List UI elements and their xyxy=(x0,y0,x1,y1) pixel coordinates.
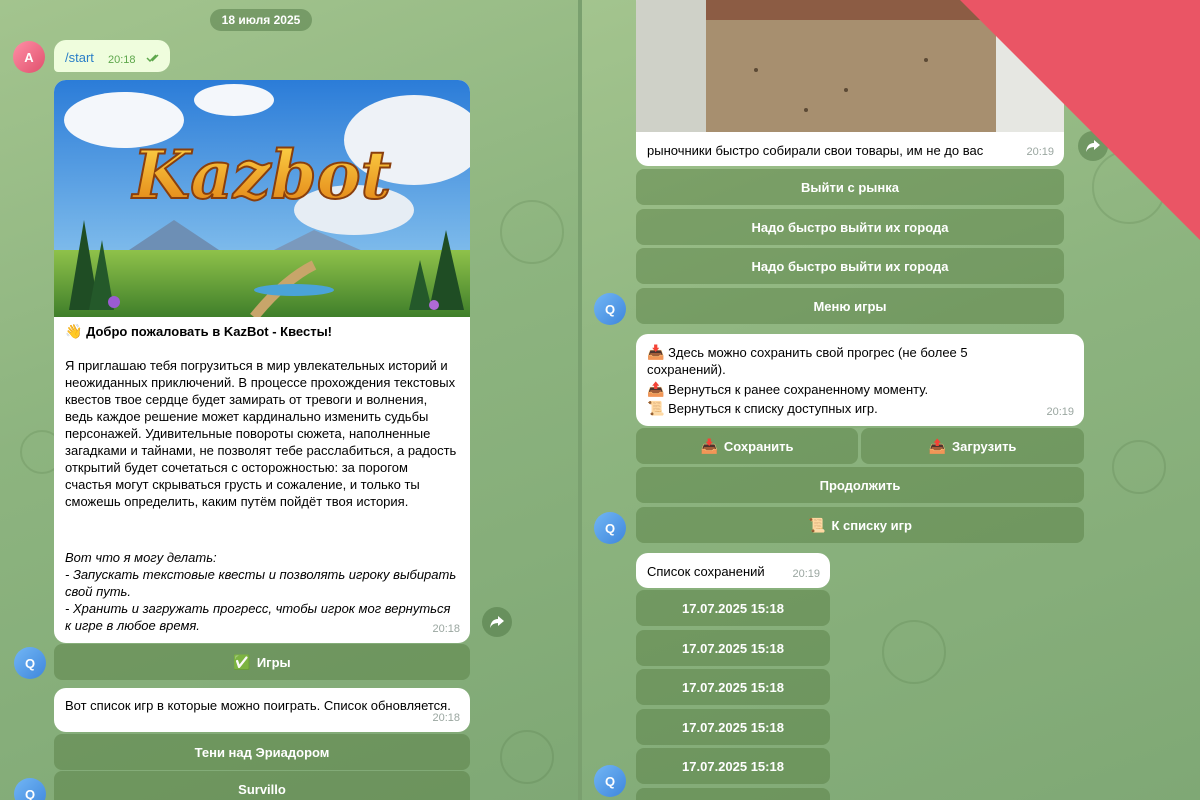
bot-avatar[interactable]: Q xyxy=(594,512,626,544)
save-button-label: Сохранить xyxy=(723,438,794,454)
corner-ribbon xyxy=(960,0,1200,240)
save-menu-line-text: Вернуться к списку доступных игр. xyxy=(668,401,878,416)
save-slot-button[interactable]: 17.07.2025 15:18 xyxy=(636,748,830,784)
save-menu-line: 📜 Вернуться к списку доступных игр. xyxy=(647,400,878,417)
message-time: 20:18 xyxy=(432,623,460,635)
share-arrow-icon xyxy=(490,616,504,628)
bot-avatar[interactable]: Q xyxy=(14,778,46,800)
load-button[interactable]: 📤 Загрузить xyxy=(861,428,1084,464)
date-separator: 18 июля 2025 xyxy=(210,9,312,31)
scroll-icon: 📜 xyxy=(647,400,665,416)
save-menu-line: 📤 Вернуться к ранее сохраненному моменту… xyxy=(647,381,928,398)
game-button-survillo[interactable]: Survillo xyxy=(54,771,470,800)
scroll-icon: 📜 xyxy=(808,516,826,533)
games-list-button-label: К списку игр xyxy=(831,517,912,533)
outbox-tray-icon: 📤 xyxy=(647,381,665,397)
background-doodle xyxy=(500,200,564,264)
save-slot-button[interactable] xyxy=(636,788,830,800)
start-command-text[interactable]: /start xyxy=(65,49,94,66)
chat-panel-left: 18 июля 2025 A /start 20:18 Kazbot 👋 Доб… xyxy=(0,0,578,800)
message-time: 20:19 xyxy=(1046,406,1074,418)
kazbot-banner-image: Kazbot xyxy=(54,80,470,317)
games-list-message: Вот список игр в которые можно поиграть.… xyxy=(54,688,470,732)
inbox-tray-icon: 📥 xyxy=(647,344,665,360)
games-button-label: Игры xyxy=(256,654,291,670)
games-button[interactable]: ✅ Игры xyxy=(54,644,470,680)
game-menu-button[interactable]: Меню игры xyxy=(636,288,1064,324)
leave-city-button[interactable]: Надо быстро выйти их города xyxy=(636,248,1064,284)
background-doodle xyxy=(882,620,946,684)
save-menu-line: 📥 Здесь можно сохранить свой прогрес (не… xyxy=(647,344,1007,378)
save-menu-message: 📥 Здесь можно сохранить свой прогрес (не… xyxy=(636,334,1084,426)
save-slot-button[interactable]: 17.07.2025 15:18 xyxy=(636,590,830,626)
save-button[interactable]: 📥 Сохранить xyxy=(636,428,858,464)
save-menu-line-text: Здесь можно сохранить свой прогрес (не б… xyxy=(647,345,968,377)
bot-avatar[interactable]: Q xyxy=(594,765,626,797)
start-message-bubble[interactable]: /start 20:18 xyxy=(54,40,170,72)
check-box-icon: ✅ xyxy=(233,653,251,670)
welcome-title: 👋 Добро пожаловать в KazBot - Квесты! xyxy=(65,323,460,340)
user-avatar[interactable]: A xyxy=(13,41,45,73)
waving-hand-icon: 👋 xyxy=(65,323,83,339)
market-text: рыночники быстро собирали свои товары, и… xyxy=(647,143,984,158)
load-button-label: Загрузить xyxy=(952,438,1017,454)
welcome-paragraph: Я приглашаю тебя погрузиться в мир увлек… xyxy=(65,358,457,509)
save-menu-line-text: Вернуться к ранее сохраненному моменту. xyxy=(668,382,929,397)
can-do-item: - Запускать текстовые квесты и позволять… xyxy=(65,567,457,599)
background-doodle xyxy=(1112,440,1166,494)
save-slot-button[interactable]: 17.07.2025 15:18 xyxy=(636,630,830,666)
can-do-item: - Хранить и загружать прогресс, чтобы иг… xyxy=(65,601,451,633)
can-do-heading: Вот что я могу делать: xyxy=(65,550,217,565)
game-button-eriador[interactable]: Тени над Эриадором xyxy=(54,734,470,770)
message-time: 20:18 xyxy=(432,712,460,724)
save-slot-button[interactable]: 17.07.2025 15:18 xyxy=(636,709,830,745)
bot-avatar[interactable]: Q xyxy=(14,647,46,679)
inbox-tray-icon: 📥 xyxy=(700,437,718,454)
games-list-text: Вот список игр в которые можно поиграть.… xyxy=(65,698,451,713)
continue-button[interactable]: Продолжить xyxy=(636,467,1084,503)
banner-logo-text: Kazbot xyxy=(131,136,391,214)
double-check-icon xyxy=(146,54,159,63)
background-doodle xyxy=(500,730,554,784)
share-button[interactable] xyxy=(482,607,512,637)
welcome-message-bubble: Kazbot 👋 Добро пожаловать в KazBot - Кве… xyxy=(54,80,470,643)
message-time: 20:19 xyxy=(792,568,820,580)
message-time: 20:18 xyxy=(108,54,136,66)
bot-avatar[interactable]: Q xyxy=(594,293,626,325)
save-slot-button[interactable]: 17.07.2025 15:18 xyxy=(636,669,830,705)
saves-list-text: Список сохранений xyxy=(647,564,765,579)
outbox-tray-icon: 📤 xyxy=(928,437,946,454)
welcome-title-text: Добро пожаловать в KazBot - Квесты! xyxy=(86,324,332,339)
games-list-button[interactable]: 📜 К списку игр xyxy=(636,507,1084,543)
saves-list-message: Список сохранений 20:19 xyxy=(636,553,830,588)
